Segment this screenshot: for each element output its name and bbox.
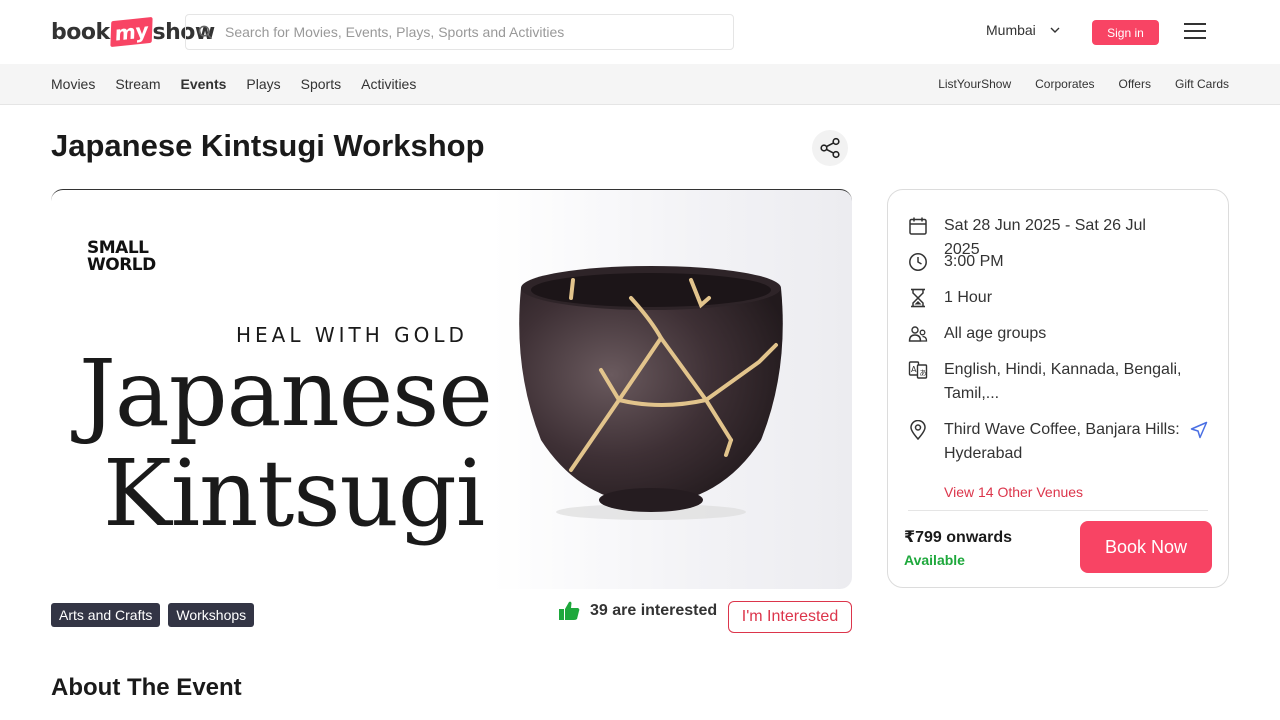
- people-icon: [908, 326, 928, 342]
- svg-text:A: A: [911, 365, 917, 374]
- city-selector[interactable]: Mumbai: [986, 22, 1060, 38]
- nav-item-corporates[interactable]: Corporates: [1035, 77, 1094, 91]
- chevron-down-icon: [1050, 27, 1060, 33]
- location-pin-icon: [910, 420, 926, 440]
- banner-headline-japanese: Japanese: [79, 340, 493, 447]
- sign-in-button[interactable]: Sign in: [1092, 20, 1159, 45]
- event-banner: SMALL WORLD HEAL WITH GOLD Japanese Kint…: [51, 189, 852, 589]
- nav-item-activities[interactable]: Activities: [361, 76, 416, 92]
- logo-text-my: my: [109, 16, 153, 48]
- nav-item-sports[interactable]: Sports: [301, 76, 341, 92]
- view-other-venues-link[interactable]: View 14 Other Venues: [944, 484, 1083, 500]
- small-world-logo: SMALL WORLD: [87, 238, 156, 275]
- tag-arts-and-crafts[interactable]: Arts and Crafts: [51, 603, 161, 627]
- price-label: ₹799 onwards: [904, 529, 1013, 546]
- duration-row: 1 Hour: [908, 286, 1182, 310]
- banner-headline-kintsugi: Kintsugi: [103, 440, 485, 547]
- nav-item-offers[interactable]: Offers: [1119, 77, 1151, 91]
- event-details-card: Sat 28 Jun 2025 - Sat 26 Jul 2025 3:00 P…: [887, 189, 1229, 588]
- venue-row: Third Wave Coffee, Banjara Hills: Hydera…: [908, 418, 1182, 466]
- search-icon: [198, 25, 213, 39]
- interested-count: 39 are interested: [590, 602, 718, 619]
- availability-status: Available: [904, 552, 965, 568]
- event-time: 3:00 PM: [944, 253, 1004, 270]
- calendar-icon: [909, 217, 927, 235]
- event-venue: Third Wave Coffee, Banjara Hills: Hydera…: [944, 421, 1180, 462]
- language-icon: Aあ: [908, 361, 928, 379]
- language-row: Aあ English, Hindi, Kannada, Bengali, Tam…: [908, 358, 1182, 406]
- nav-item-plays[interactable]: Plays: [246, 76, 280, 92]
- interest-indicator: 39 are interested: [558, 601, 717, 621]
- search-bar[interactable]: [185, 14, 734, 50]
- event-age-group: All age groups: [944, 325, 1047, 342]
- about-heading: About The Event: [51, 674, 242, 701]
- menu-icon[interactable]: [1184, 23, 1206, 44]
- time-row: 3:00 PM: [908, 250, 1182, 274]
- svg-text:あ: あ: [920, 369, 927, 377]
- nav-item-listyourshow[interactable]: ListYourShow: [938, 77, 1011, 91]
- kintsugi-bowl-image: [519, 266, 783, 520]
- secondary-nav: ListYourShow Corporates Offers Gift Card…: [938, 77, 1229, 91]
- age-row: All age groups: [908, 322, 1182, 346]
- im-interested-button[interactable]: I'm Interested: [728, 601, 852, 633]
- category-nav: Movies Stream Events Plays Sports Activi…: [51, 76, 416, 92]
- city-label: Mumbai: [986, 22, 1036, 38]
- share-button[interactable]: [812, 130, 848, 166]
- search-input[interactable]: [225, 24, 705, 40]
- sub-navigation: Movies Stream Events Plays Sports Activi…: [0, 64, 1280, 105]
- event-title: Japanese Kintsugi Workshop: [51, 128, 485, 163]
- top-header: bookmyshow Mumbai Sign in: [0, 0, 1280, 64]
- clock-icon: [909, 253, 927, 271]
- nav-item-events[interactable]: Events: [180, 76, 226, 92]
- event-languages: English, Hindi, Kannada, Bengali, Tamil,…: [944, 361, 1182, 402]
- nav-item-movies[interactable]: Movies: [51, 76, 95, 92]
- event-tags: Arts and Crafts Workshops: [51, 603, 255, 627]
- thumbs-up-icon: [559, 601, 580, 620]
- share-icon: [820, 137, 840, 159]
- tag-workshops[interactable]: Workshops: [168, 603, 255, 627]
- logo-text-book: book: [51, 19, 110, 45]
- hourglass-icon: [911, 288, 925, 308]
- book-now-button[interactable]: Book Now: [1080, 521, 1212, 573]
- nav-item-stream[interactable]: Stream: [115, 76, 160, 92]
- card-divider: [908, 510, 1208, 511]
- event-duration: 1 Hour: [944, 289, 993, 306]
- navigate-icon[interactable]: [1190, 421, 1208, 439]
- nav-item-gift-cards[interactable]: Gift Cards: [1175, 77, 1229, 91]
